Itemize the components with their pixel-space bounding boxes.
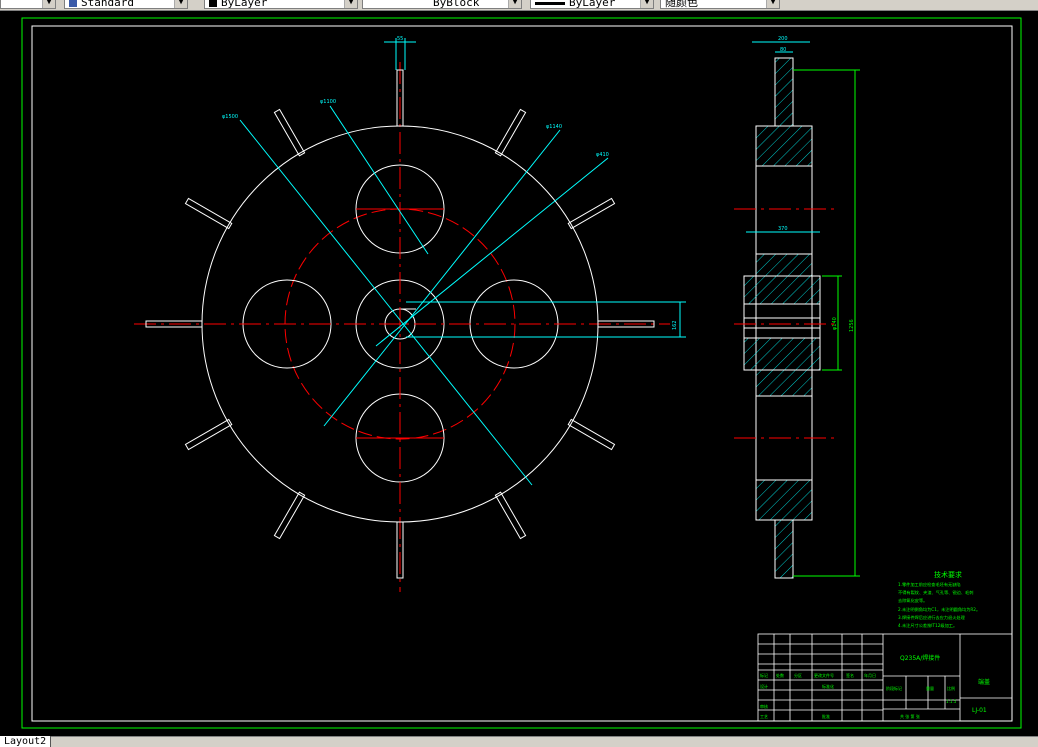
side-view: 200 80 370 1256 φ140 [734, 36, 860, 579]
dim-text-keyway: 162 [672, 320, 678, 330]
dim-text-d1140: φ1140 [546, 124, 562, 130]
linetype-combo[interactable]: ByBlock ▼ [362, 0, 522, 9]
review-label: 审核 [760, 703, 768, 709]
notes-line: 3.焊接件焊后应进行去应力退火处理 [898, 614, 966, 621]
paddle-blade [184, 418, 233, 451]
hatch-section [755, 369, 813, 397]
color-swatch-icon [209, 0, 217, 7]
dim-text-200: 200 [778, 36, 788, 42]
drawing-frame [31, 25, 1013, 722]
text-style-icon [69, 0, 77, 7]
process-label: 工艺 [760, 714, 768, 719]
text-style-combo[interactable]: Standard ▼ [64, 0, 188, 9]
chevron-down-icon[interactable]: ▼ [508, 0, 521, 8]
part-name-text: 端盖 [978, 678, 990, 686]
linetype-value: ByBlock [433, 0, 480, 9]
date-label: 年月日 [864, 672, 876, 678]
prev-combo[interactable]: ▼ [0, 0, 56, 9]
lineweight-combo[interactable]: ByLayer ▼ [530, 0, 654, 9]
hatch-section [743, 275, 821, 305]
leader-d1140 [323, 129, 561, 427]
chevron-down-icon[interactable]: ▼ [344, 0, 357, 8]
weight-label: 重量 [926, 685, 934, 691]
notes-line: 2.未注明倒角均为C1，未注明圆角均为R2。 [898, 606, 980, 613]
notes-line: 去除氧化皮等。 [898, 597, 927, 604]
dim-text-d410: φ410 [596, 152, 609, 158]
layout-tab-bar: Layout2 [0, 736, 1038, 747]
lineweight-icon [535, 1, 565, 5]
paddle-blade [494, 491, 527, 540]
mark-label: 标记 [760, 672, 768, 678]
text-style-value: Standard [81, 0, 134, 9]
standardization-label: 标准化 [822, 683, 834, 689]
dim-text-370: 370 [778, 226, 788, 232]
scale-label: 比例 [947, 685, 955, 691]
approve-label: 批准 [822, 713, 830, 719]
leader-d1100 [329, 105, 429, 255]
material-text: Q235A/焊接件 [900, 654, 940, 662]
notes-line: 4.未注尺寸公差按IT12级加工。 [898, 622, 957, 629]
lineweight-value: ByLayer [569, 0, 616, 9]
stage-mark: 阶段标记 [886, 685, 902, 691]
notes-line: 不得有裂纹、夹渣、气孔等、锐边、毛刺 [898, 589, 973, 596]
layer-color-combo[interactable]: ByLayer ▼ [204, 0, 358, 9]
upper-shaft [774, 57, 794, 127]
plot-style-value: 随颜色 [665, 0, 698, 9]
sheet-border [21, 17, 1022, 729]
hatch-section [743, 337, 821, 371]
paddle-blade [184, 197, 233, 230]
hatch-section [755, 253, 813, 277]
paddle-blade [567, 197, 616, 230]
paddle-blade [567, 418, 616, 451]
partition-label: 分区 [794, 672, 802, 678]
drawing-canvas[interactable]: 55 φ1500 φ1100 φ1140 φ410 162 200 80 370… [0, 10, 1038, 736]
dim-text-bore: φ140 [832, 317, 838, 330]
sheet-info: 共 张 第 张 [900, 713, 920, 719]
paddle-blade [494, 108, 527, 157]
chevron-down-icon[interactable]: ▼ [766, 0, 779, 8]
designer-label: 设计 [760, 683, 768, 689]
change-no-label: 更改文件号 [814, 672, 834, 678]
dim-text-d1100: φ1100 [320, 99, 336, 105]
disk-body [755, 125, 813, 521]
tab-layout2[interactable]: Layout2 [0, 736, 52, 747]
scale-value: 1:1.5 [946, 699, 957, 704]
dim-text-80: 80 [780, 47, 786, 53]
paddle-blade [273, 491, 306, 540]
front-view: 55 φ1500 φ1100 φ1140 φ410 162 [134, 36, 686, 592]
count-label: 处数 [776, 672, 784, 678]
chevron-down-icon[interactable]: ▼ [640, 0, 653, 8]
technical-notes: 技术要求 1.零件加工前应检查毛坯有无缺陷 不得有裂纹、夹渣、气孔等、锐边、毛刺… [898, 570, 980, 629]
dim-text-total: 1256 [849, 319, 855, 332]
dim-text-d1500: φ1500 [222, 114, 238, 120]
sign-label: 签名 [846, 672, 854, 678]
drawing-no-text: LJ-01 [972, 707, 987, 714]
hatch-section [755, 479, 813, 521]
hatch-section [755, 125, 813, 167]
paddle-blade [273, 108, 306, 157]
plot-style-combo[interactable]: 随颜色 ▼ [660, 0, 780, 9]
notes-line: 1.零件加工前应检查毛坯有无缺陷 [898, 581, 961, 588]
notes-title: 技术要求 [934, 570, 962, 579]
chevron-down-icon[interactable]: ▼ [42, 0, 55, 8]
lower-shaft [774, 519, 794, 579]
layer-color-value: ByLayer [221, 0, 268, 9]
chevron-down-icon[interactable]: ▼ [174, 0, 187, 8]
dim-text-55: 55 [397, 36, 403, 42]
